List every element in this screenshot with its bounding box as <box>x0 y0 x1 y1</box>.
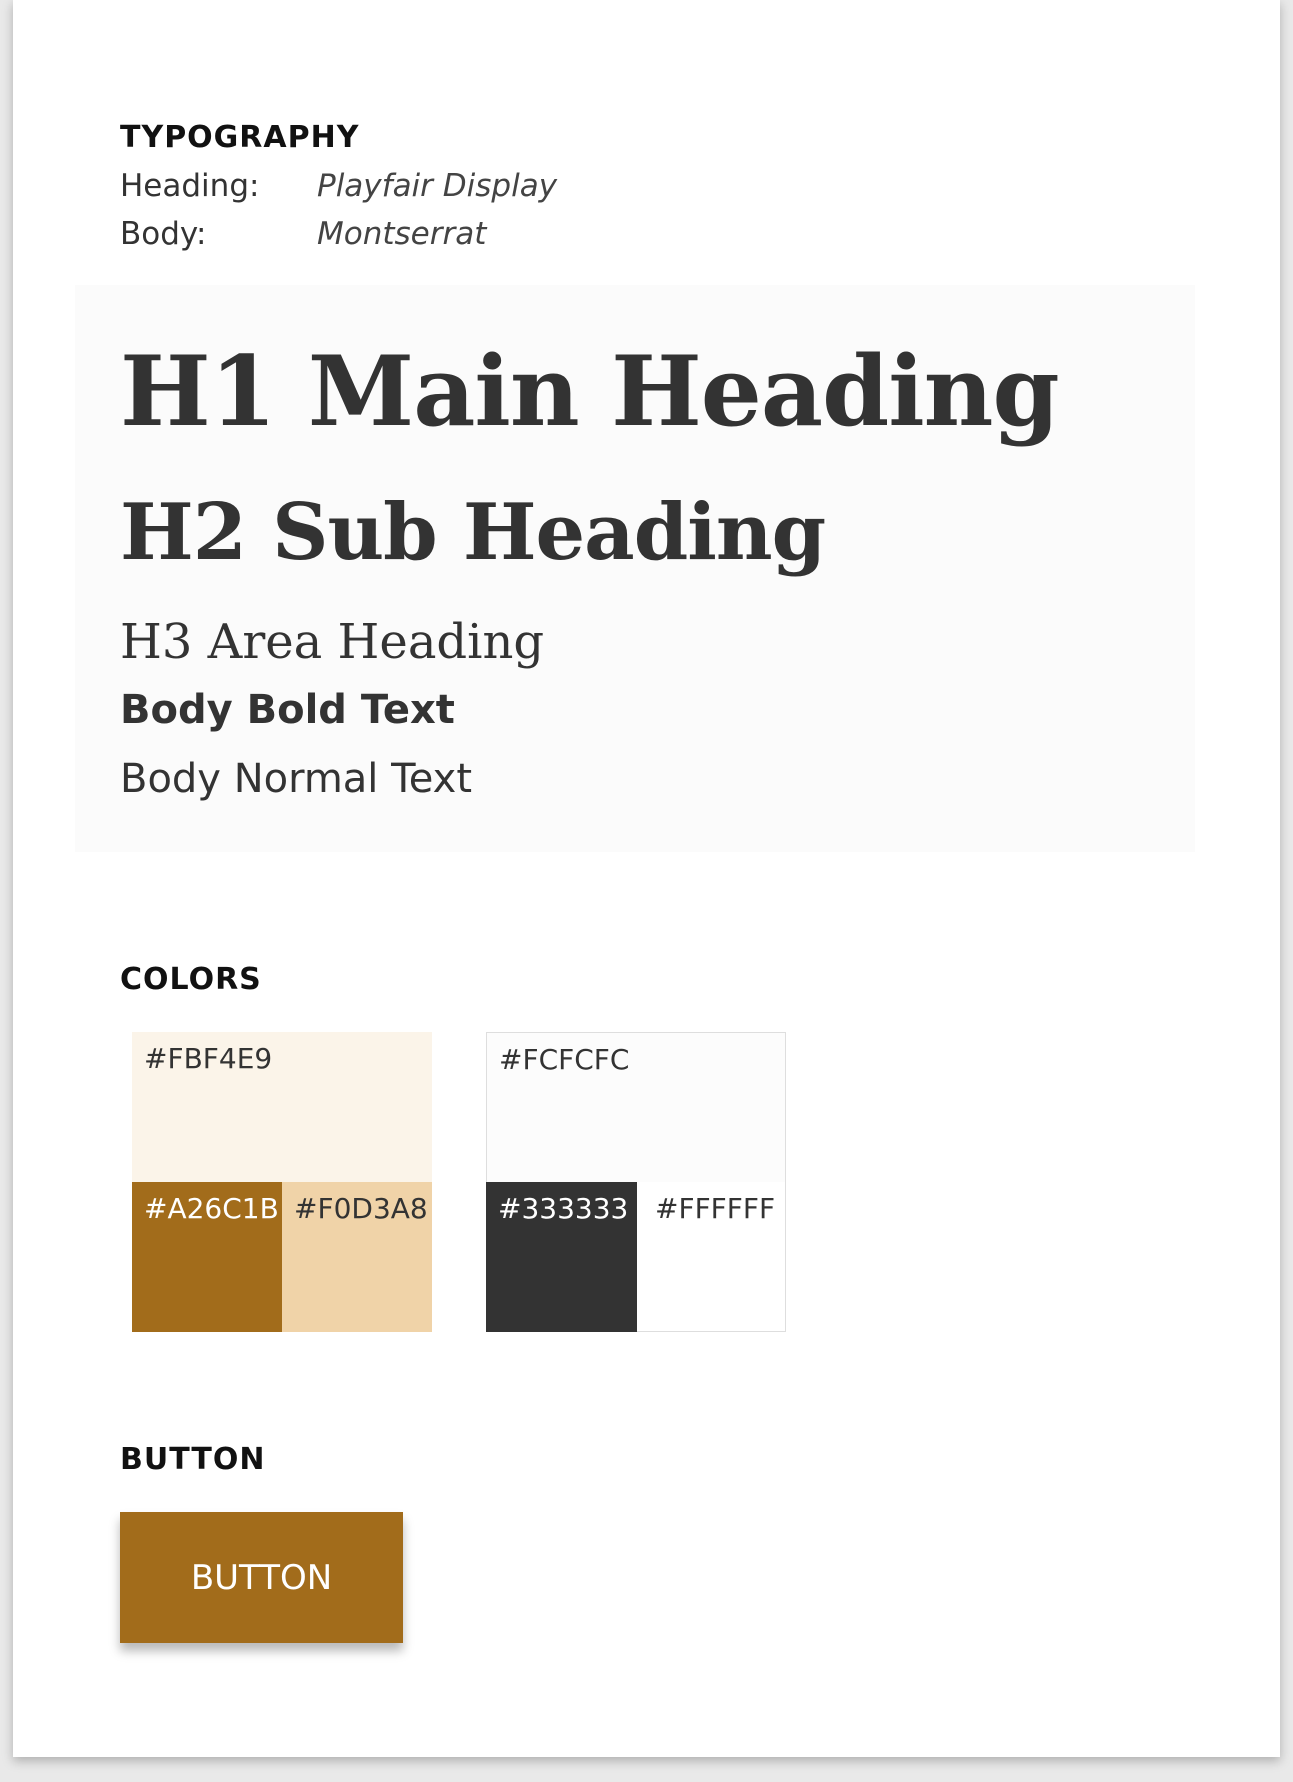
heading-font-name: Playfair Display <box>317 168 558 204</box>
swatch-a26c1b: #A26C1B <box>132 1182 282 1332</box>
style-guide-sheet <box>13 0 1280 1757</box>
swatch-f0d3a8: #F0D3A8 <box>282 1182 432 1332</box>
h3-sample: H3 Area Heading <box>120 614 545 670</box>
body-font-label: Body: <box>120 216 207 252</box>
body-font-name: Montserrat <box>317 216 487 252</box>
heading-font-label: Heading: <box>120 168 260 204</box>
swatch-label: #A26C1B <box>144 1192 279 1225</box>
colors-title: COLORS <box>120 962 262 997</box>
swatch-label: #FCFCFC <box>499 1043 630 1076</box>
h1-sample: H1 Main Heading <box>120 335 1060 448</box>
typography-title: TYPOGRAPHY <box>120 120 360 155</box>
swatch-333333: #333333 <box>486 1182 637 1332</box>
swatch-fbf4e9: #FBF4E9 <box>132 1032 432 1182</box>
swatch-fcfcfc: #FCFCFC <box>487 1033 785 1182</box>
swatch-label: #F0D3A8 <box>294 1192 428 1225</box>
swatch-label: #FFFFFF <box>655 1192 776 1225</box>
swatch-label: #FBF4E9 <box>144 1042 273 1075</box>
body-bold-sample: Body Bold Text <box>120 687 455 733</box>
h2-sample: H2 Sub Heading <box>120 487 826 578</box>
body-normal-sample: Body Normal Text <box>120 756 473 802</box>
swatch-ffffff: #FFFFFF <box>637 1182 785 1331</box>
swatch-label: #333333 <box>498 1192 629 1225</box>
sample-button[interactable]: BUTTON <box>120 1512 403 1643</box>
button-title: BUTTON <box>120 1442 266 1477</box>
